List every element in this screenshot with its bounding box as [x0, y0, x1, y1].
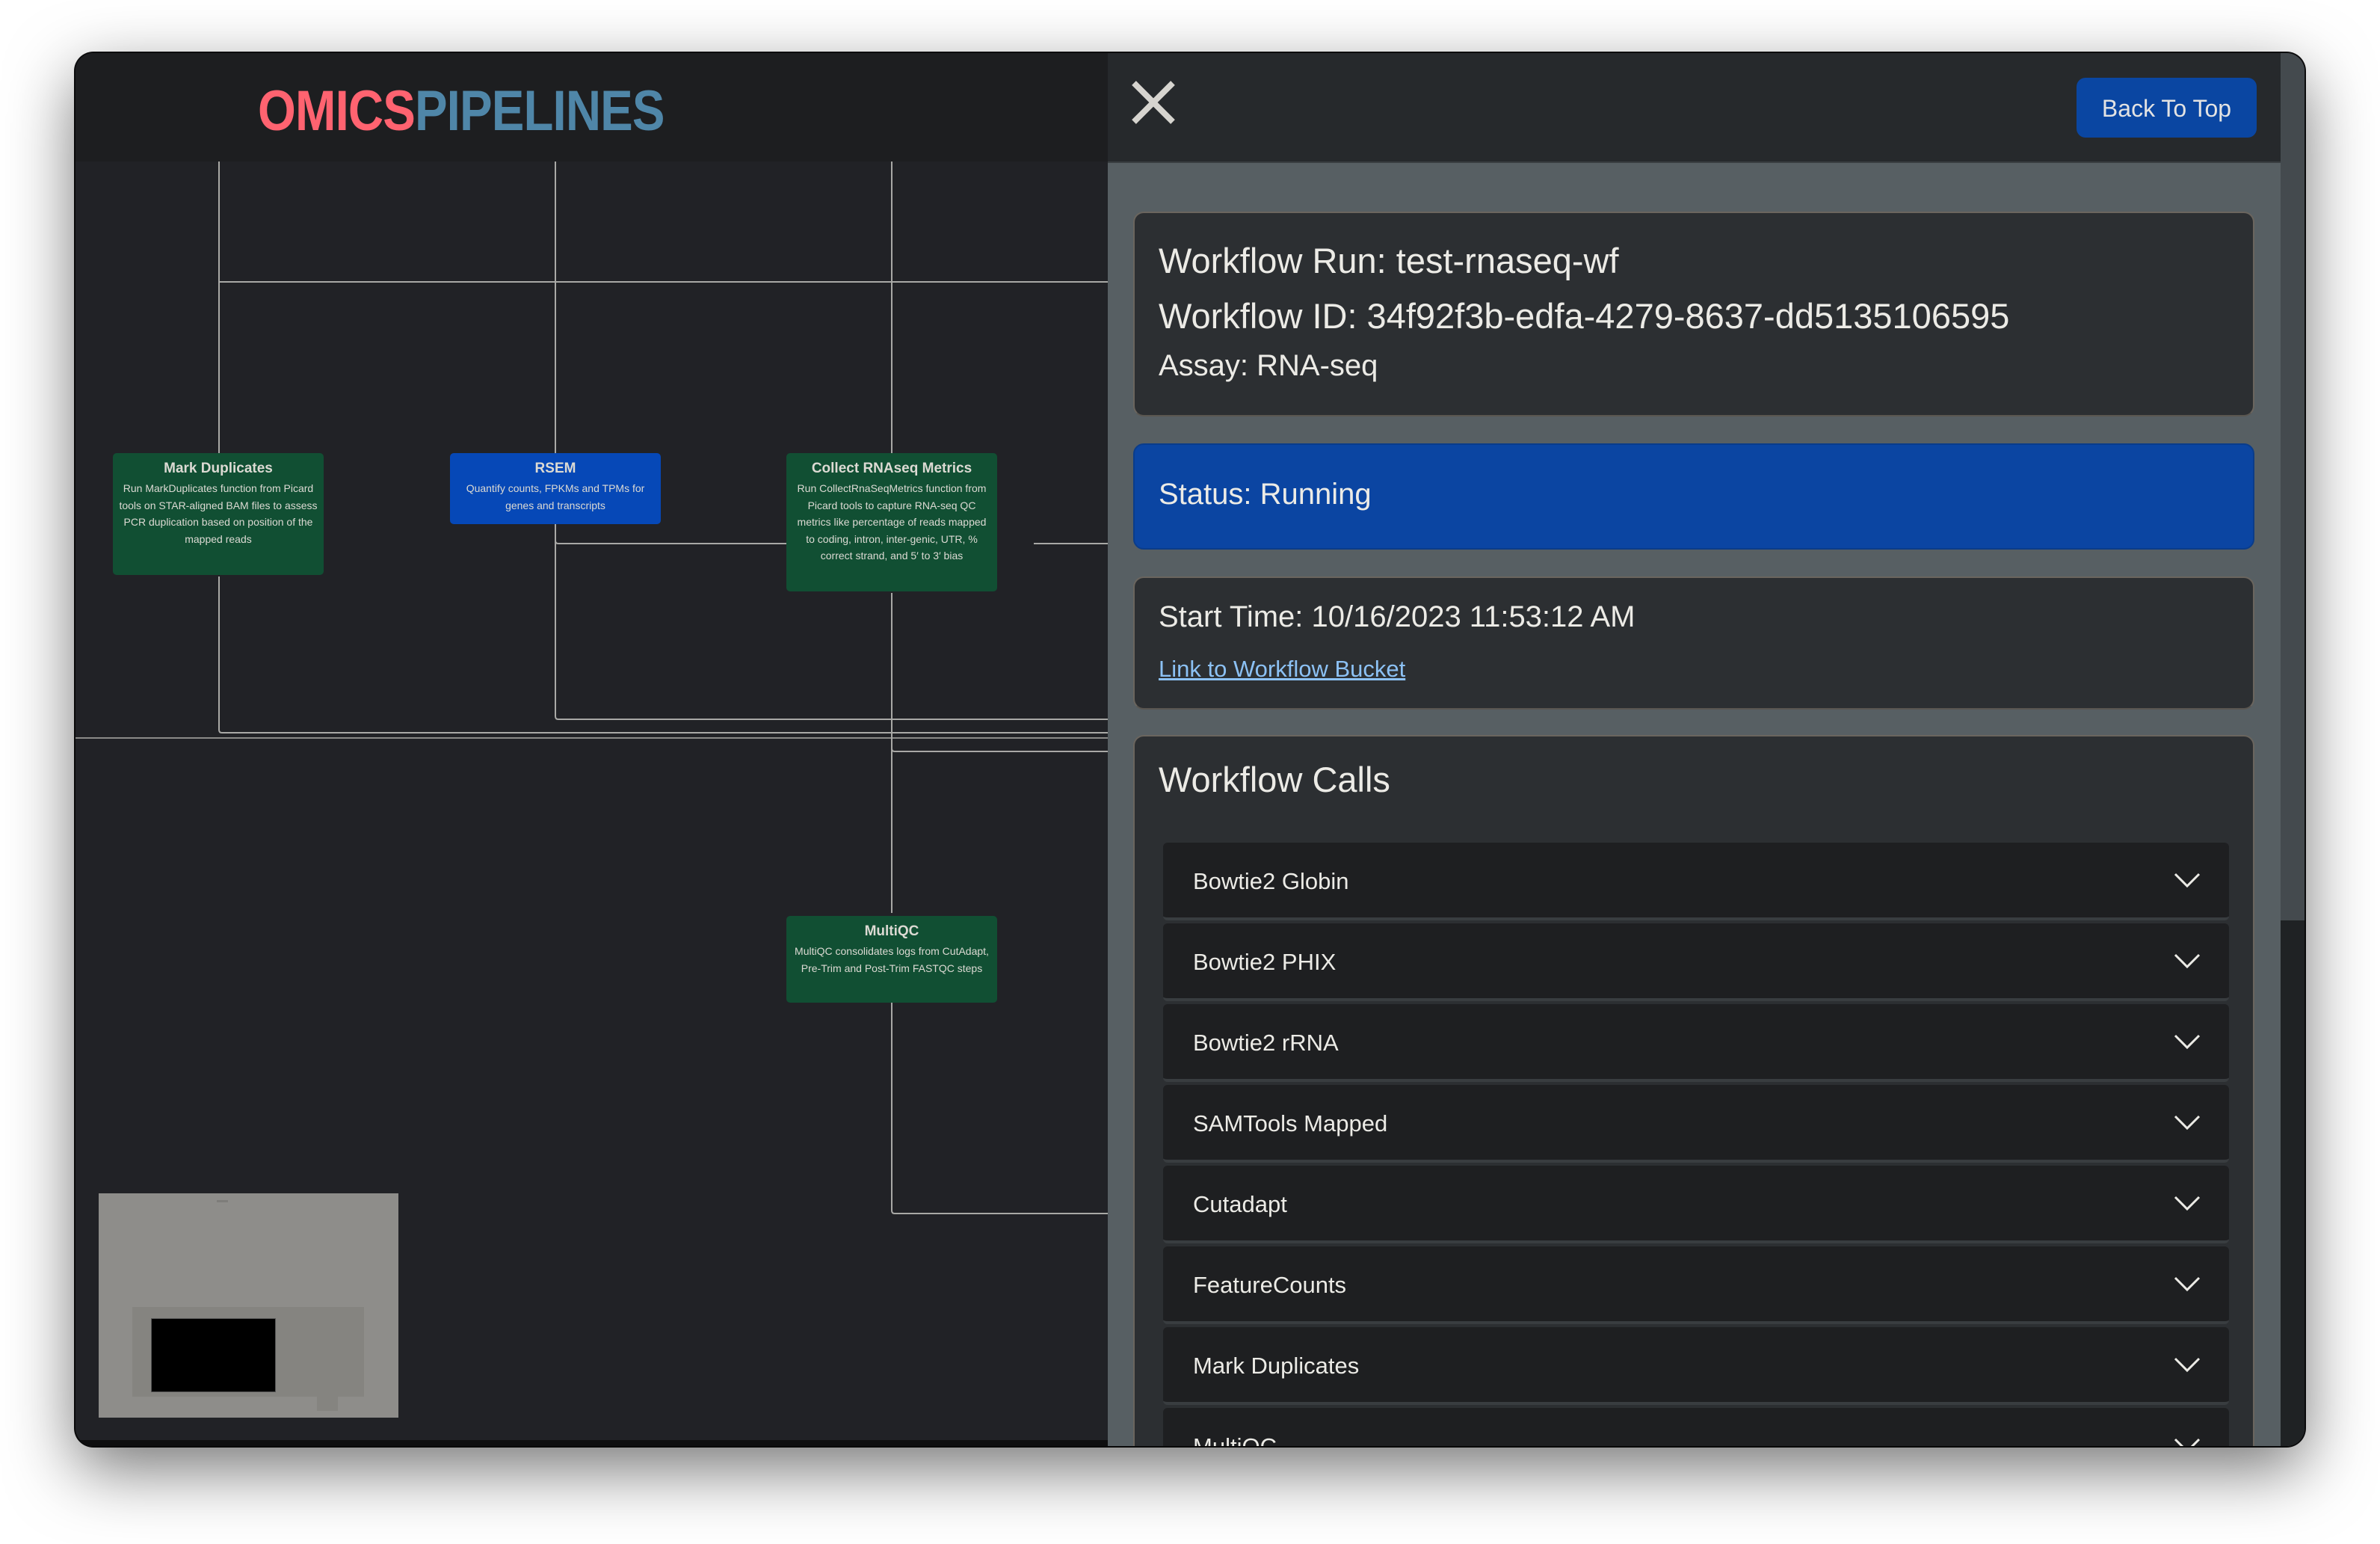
app-header: OMICSPIPELINES: [75, 53, 1108, 162]
workflow-call-label: Bowtie2 rRNA: [1193, 1030, 1339, 1056]
workflow-call-label: Cutadapt: [1193, 1191, 1287, 1217]
graph-node-multiqc[interactable]: MultiQC MultiQC consolidates logs from C…: [786, 916, 997, 1003]
panel-header: Back To Top: [1108, 53, 2281, 163]
chevron-down-icon[interactable]: [2174, 871, 2201, 889]
workflow-call-item[interactable]: Cutadapt: [1163, 1166, 2229, 1243]
close-icon: [1132, 81, 1175, 124]
node-title: RSEM: [534, 461, 576, 476]
chevron-down-icon[interactable]: [2174, 1033, 2201, 1051]
workflow-id: Workflow ID: 34f92f3b-edfa-4279-8637-dd5…: [1159, 296, 2010, 336]
node-description: Run CollectRnaSeqMetrics function from P…: [797, 482, 987, 562]
chevron-down-icon[interactable]: [2174, 1194, 2201, 1212]
assay-type: Assay: RNA-seq: [1159, 349, 1378, 382]
edge-line: [891, 1001, 1108, 1214]
start-time: Start Time: 10/16/2023 11:53:12 AM: [1159, 600, 1636, 633]
minimap-node: [317, 1397, 338, 1411]
node-description: MultiQC consolidates logs from CutAdapt,…: [795, 945, 989, 974]
back-to-top-button[interactable]: Back To Top: [2077, 78, 2257, 138]
workflow-call-label: FeatureCounts: [1193, 1272, 1347, 1298]
panel-scrollbar[interactable]: [2281, 53, 2305, 1446]
logo-omics: OMICS: [258, 79, 416, 143]
workflow-call-label: Mark Duplicates: [1193, 1353, 1360, 1379]
minimap-node: [217, 1200, 228, 1202]
workflow-info-card: Workflow Run: test-rnaseq-wf Workflow ID…: [1133, 212, 2254, 416]
workflow-call-label: MultiQC: [1193, 1433, 1277, 1446]
edge-line: [555, 540, 823, 544]
workflow-run-name: Workflow Run: test-rnaseq-wf: [1159, 241, 1619, 280]
logo-pipelines: PIPELINES: [414, 79, 665, 143]
node-title: MultiQC: [864, 923, 919, 939]
graph-minimap[interactable]: [99, 1193, 398, 1418]
edge-line: [218, 576, 1108, 733]
workflow-call-item[interactable]: Bowtie2 rRNA: [1163, 1004, 2229, 1082]
graph-node-collect-rnaseq-metrics[interactable]: Collect RNAseq Metrics Run CollectRnaSeq…: [786, 453, 997, 591]
scrollbar-thumb[interactable]: [2281, 53, 2305, 920]
graph-node-rsem[interactable]: RSEM Quantify counts, FPKMs and TPMs for…: [450, 453, 661, 524]
workflow-call-item[interactable]: FeatureCounts: [1163, 1246, 2229, 1324]
chevron-down-icon[interactable]: [2174, 1113, 2201, 1131]
status-badge: Status: Running: [1133, 443, 2254, 550]
workflow-call-label: Bowtie2 Globin: [1193, 868, 1349, 894]
edge-line: [891, 738, 1108, 752]
workflow-calls-heading: Workflow Calls: [1159, 760, 1390, 799]
pipeline-graph-canvas[interactable]: OMICSPIPELINES Mark Duplicates Run MarkD…: [75, 53, 1108, 1446]
node-title: Mark Duplicates: [164, 461, 273, 476]
app-logo[interactable]: OMICSPIPELINES: [258, 79, 665, 144]
workflow-bucket-link[interactable]: Link to Workflow Bucket: [1159, 656, 1405, 683]
chevron-down-icon[interactable]: [2174, 1275, 2201, 1293]
node-title: Collect RNAseq Metrics: [811, 461, 972, 476]
start-time-card: Start Time: 10/16/2023 11:53:12 AM Link …: [1133, 576, 2254, 710]
workflow-call-label: Bowtie2 PHIX: [1193, 949, 1337, 975]
workflow-call-label: SAMTools Mapped: [1193, 1110, 1388, 1137]
canvas-bottom-edge: [75, 1440, 1108, 1446]
workflow-calls-card: Workflow Calls Bowtie2 Globin Bowtie2 PHI…: [1133, 735, 2254, 1446]
workflow-call-item[interactable]: Bowtie2 PHIX: [1163, 923, 2229, 1001]
status-text: Status: Running: [1159, 478, 1372, 511]
workflow-call-item[interactable]: MultiQC: [1163, 1408, 2229, 1446]
workflow-call-item[interactable]: Mark Duplicates: [1163, 1327, 2229, 1405]
chevron-down-icon[interactable]: [2174, 1356, 2201, 1374]
workflow-call-item[interactable]: SAMTools Mapped: [1163, 1085, 2229, 1163]
graph-node-mark-duplicates[interactable]: Mark Duplicates Run MarkDuplicates funct…: [113, 453, 324, 575]
app-window: OMICSPIPELINES Mark Duplicates Run MarkD…: [75, 53, 2305, 1446]
workflow-details-panel: Back To Top Workflow Run: test-rnaseq-wf…: [1108, 53, 2305, 1446]
chevron-down-icon[interactable]: [2174, 1436, 2201, 1446]
workflow-call-item[interactable]: Bowtie2 Globin: [1163, 843, 2229, 920]
minimap-viewport[interactable]: [151, 1318, 276, 1392]
node-description: Quantify counts, FPKMs and TPMs for gene…: [466, 482, 645, 511]
chevron-down-icon[interactable]: [2174, 952, 2201, 970]
node-description: Run MarkDuplicates function from Picard …: [119, 482, 318, 545]
close-button[interactable]: [1129, 79, 1177, 126]
